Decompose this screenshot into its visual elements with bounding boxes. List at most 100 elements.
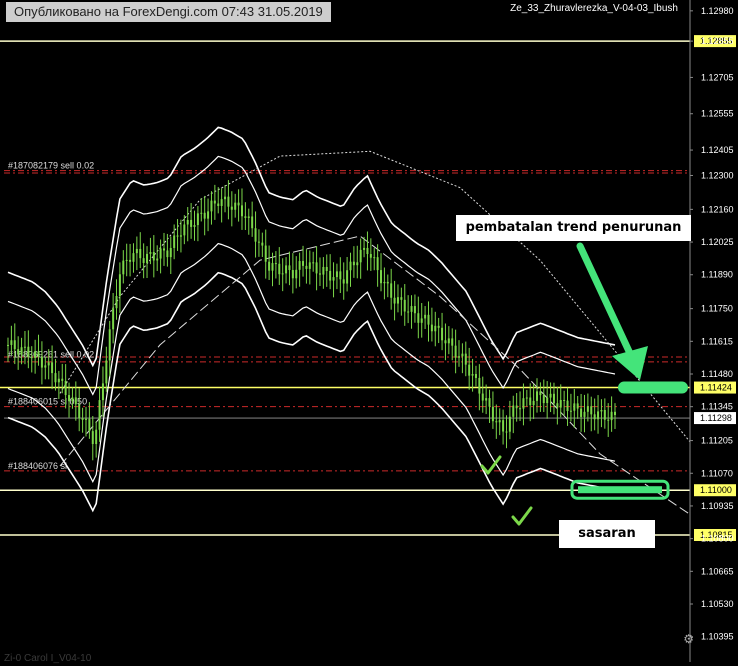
candle-body (522, 398, 525, 409)
current-price-label: 1.11298 (700, 413, 732, 423)
candle-body (393, 297, 396, 304)
target-marker (578, 486, 662, 494)
candle-body (278, 263, 281, 275)
axis-tick-label: 1.12300 (701, 170, 734, 180)
arrow-head-icon (612, 346, 648, 380)
candle-body (115, 295, 118, 309)
axis-tick-label: 1.12160 (701, 204, 734, 214)
candle-body (498, 420, 501, 423)
candle-body (424, 314, 427, 319)
candle-body (308, 262, 311, 269)
candle-body (590, 406, 593, 415)
candle-body (505, 431, 508, 433)
candle-body (190, 219, 193, 227)
candle-body (549, 393, 552, 398)
candle-body (274, 263, 277, 265)
candle-body (552, 393, 555, 404)
candle-body (257, 241, 260, 243)
candle-body (213, 200, 216, 204)
watermark-label: Опубликовано на ForexDengi.com 07:43 31.… (6, 2, 331, 22)
candle-body (51, 362, 54, 374)
candle-body (464, 353, 467, 365)
candle-body (132, 253, 135, 262)
candle-body (61, 378, 64, 381)
candle-body (156, 258, 159, 261)
candle-body (502, 420, 505, 432)
annotations-layer (480, 242, 688, 526)
candle-body (23, 346, 26, 348)
candle-body (342, 279, 345, 284)
candle-body (17, 349, 20, 355)
candle-body (485, 398, 488, 401)
candle-body (573, 403, 576, 411)
candle-body (54, 373, 57, 383)
candle-body (519, 408, 522, 410)
candle-body (95, 429, 98, 445)
price-axis: 1.12980 1.12855 1.12705 1.12555 1.12405 1.123… (689, 0, 734, 662)
candle-body (196, 213, 199, 226)
candle-body (352, 261, 355, 266)
candle-body (118, 274, 121, 296)
candle-body (515, 405, 518, 409)
candle-body (329, 270, 332, 281)
candle-body (559, 400, 562, 408)
price-chart[interactable]: 1.12855 1.11424 1.11000 1.10815 1.11298 #187… (0, 0, 738, 662)
candle-body (74, 397, 77, 405)
candle-body (380, 270, 383, 284)
candle-body (240, 205, 243, 217)
candle-body (291, 270, 294, 279)
candle-body (203, 212, 206, 219)
candle-body (407, 311, 410, 313)
candle-body (13, 340, 16, 350)
candle-body (529, 397, 532, 406)
bollinger-bands (7, 126, 691, 515)
candle-body (546, 397, 549, 404)
candle-body (369, 254, 372, 258)
settings-icon[interactable]: ⚙ (683, 632, 694, 646)
lower-band-outer (7, 271, 616, 513)
axis-tick-label: 1.10665 (701, 566, 734, 576)
candle-body (576, 403, 579, 409)
candle-body (64, 380, 67, 396)
ma-slow-line (59, 150, 691, 443)
candle-body (237, 202, 240, 206)
candle-body (173, 235, 176, 248)
candle-body (47, 362, 50, 366)
candle-body (400, 297, 403, 300)
candle-body (129, 259, 132, 262)
axis-tick-label: 1.11615 (701, 336, 733, 346)
axis-tick-label: 1.10800 (701, 534, 734, 544)
candle-body (356, 262, 359, 266)
candle-body (508, 416, 511, 432)
axis-tick-label: 1.11480 (701, 369, 733, 379)
price-level-label: 1.11000 (700, 485, 732, 495)
indicator-footer: Zi-0 Carol I_V04-10 (4, 653, 92, 664)
candle-body (318, 273, 321, 275)
axis-tick-label: 1.10935 (701, 501, 734, 511)
candle-body (396, 297, 399, 304)
candle-body (566, 400, 569, 412)
candle-body (597, 411, 600, 420)
candle-body (30, 357, 33, 359)
candle-body (159, 248, 162, 259)
candle-body (302, 261, 305, 266)
candle-body (322, 266, 325, 275)
candle-body (335, 271, 338, 278)
axis-tick-label: 1.12025 (701, 237, 734, 247)
candle-body (569, 410, 572, 412)
candle-body (525, 397, 528, 399)
candle-body (166, 250, 169, 258)
candle-body (413, 306, 416, 314)
candle-body (98, 400, 101, 430)
candle-body (376, 257, 379, 271)
candle-body (101, 383, 104, 401)
candle-body (488, 398, 491, 407)
candle-body (366, 247, 369, 255)
candle-body (542, 395, 545, 404)
candle-body (220, 199, 223, 207)
candle-body (607, 419, 610, 421)
candle-body (244, 216, 247, 218)
candle-body (37, 351, 40, 357)
candle-body (349, 261, 352, 271)
order-label: #188406076 sl (8, 461, 67, 471)
